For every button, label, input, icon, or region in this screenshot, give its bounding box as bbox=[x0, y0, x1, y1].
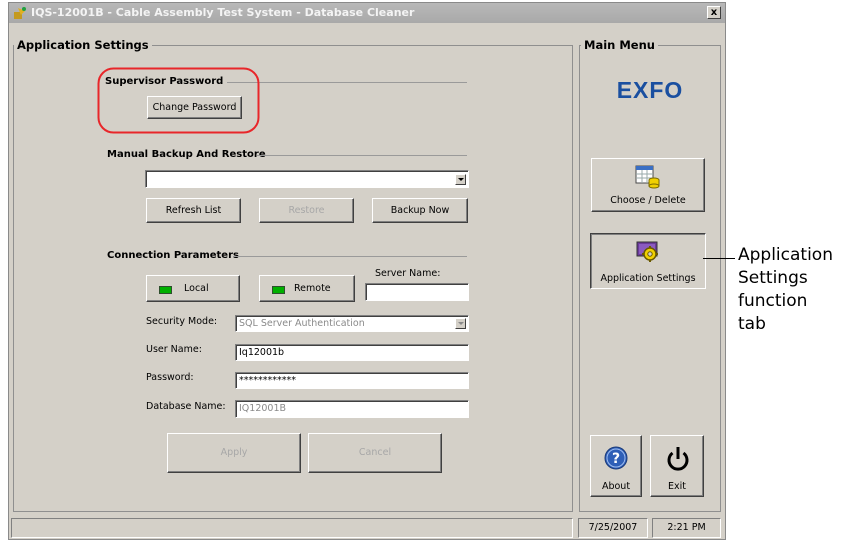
app-window: IQS-12001B - Cable Assembly Test System … bbox=[8, 2, 726, 540]
chevron-down-icon[interactable] bbox=[455, 318, 466, 329]
app-icon bbox=[14, 7, 26, 19]
exit-label: Exit bbox=[668, 481, 686, 492]
section-divider bbox=[257, 155, 467, 156]
callout-line-1: Application bbox=[738, 245, 833, 265]
chevron-down-icon[interactable] bbox=[455, 174, 466, 185]
manual-backup-heading: Manual Backup And Restore bbox=[107, 149, 266, 160]
highlight-circle bbox=[97, 67, 260, 134]
main-menu-title: Main Menu bbox=[581, 38, 658, 52]
settings-gear-icon bbox=[636, 241, 658, 262]
apply-button[interactable]: Apply bbox=[167, 433, 301, 473]
about-button[interactable]: ? About bbox=[590, 435, 642, 497]
section-divider bbox=[233, 256, 467, 257]
backup-select[interactable] bbox=[145, 170, 469, 188]
connection-parameters-heading: Connection Parameters bbox=[107, 250, 239, 261]
close-button[interactable]: x bbox=[707, 6, 721, 19]
user-name-input[interactable]: Iq12001b bbox=[235, 344, 469, 361]
callout-line-3: function bbox=[738, 291, 808, 311]
exfo-logo: EXFO bbox=[616, 77, 684, 103]
security-mode-label: Security Mode: bbox=[146, 316, 218, 327]
database-name-label: Database Name: bbox=[146, 401, 226, 412]
refresh-list-button[interactable]: Refresh List bbox=[146, 198, 241, 223]
callout-line-2: Settings bbox=[738, 268, 808, 288]
local-label: Local bbox=[184, 283, 209, 294]
local-indicator-icon bbox=[159, 286, 172, 294]
status-message bbox=[11, 518, 573, 538]
backup-now-button[interactable]: Backup Now bbox=[372, 198, 468, 223]
exit-button[interactable]: Exit bbox=[650, 435, 704, 497]
callout-line bbox=[703, 258, 735, 259]
power-icon bbox=[667, 447, 689, 471]
svg-text:?: ? bbox=[612, 451, 620, 467]
application-settings-title: Application Settings bbox=[14, 38, 152, 52]
server-name-label: Server Name: bbox=[375, 268, 441, 279]
application-settings-button[interactable]: Application Settings bbox=[590, 233, 706, 289]
user-name-label: User Name: bbox=[146, 344, 202, 355]
about-label: About bbox=[601, 481, 631, 492]
callout-line-4: tab bbox=[738, 314, 766, 334]
cancel-button[interactable]: Cancel bbox=[308, 433, 442, 473]
section-divider bbox=[227, 82, 467, 83]
password-input[interactable]: ************ bbox=[235, 372, 469, 389]
table-database-icon bbox=[635, 165, 660, 189]
title-bar: IQS-12001B - Cable Assembly Test System … bbox=[9, 3, 725, 23]
local-button[interactable]: Local bbox=[146, 275, 240, 302]
remote-label: Remote bbox=[294, 283, 331, 294]
restore-button[interactable]: Restore bbox=[259, 198, 354, 223]
security-mode-value: SQL Server Authentication bbox=[239, 318, 365, 329]
password-label: Password: bbox=[146, 372, 194, 383]
remote-indicator-icon bbox=[272, 286, 285, 294]
status-date: 7/25/2007 bbox=[578, 518, 648, 538]
help-icon: ? bbox=[604, 446, 628, 470]
choose-delete-button[interactable]: Choose / Delete bbox=[591, 158, 705, 212]
remote-button[interactable]: Remote bbox=[259, 275, 355, 302]
security-mode-select[interactable]: SQL Server Authentication bbox=[235, 315, 469, 332]
database-name-input[interactable]: IQ12001B bbox=[235, 400, 469, 418]
choose-delete-label: Choose / Delete bbox=[610, 195, 686, 206]
application-settings-label: Application Settings bbox=[600, 273, 696, 284]
status-time: 2:21 PM bbox=[652, 518, 721, 538]
server-name-input[interactable] bbox=[365, 283, 469, 301]
callout-text: Application Settings function tab bbox=[738, 244, 833, 336]
window-title: IQS-12001B - Cable Assembly Test System … bbox=[31, 6, 415, 19]
